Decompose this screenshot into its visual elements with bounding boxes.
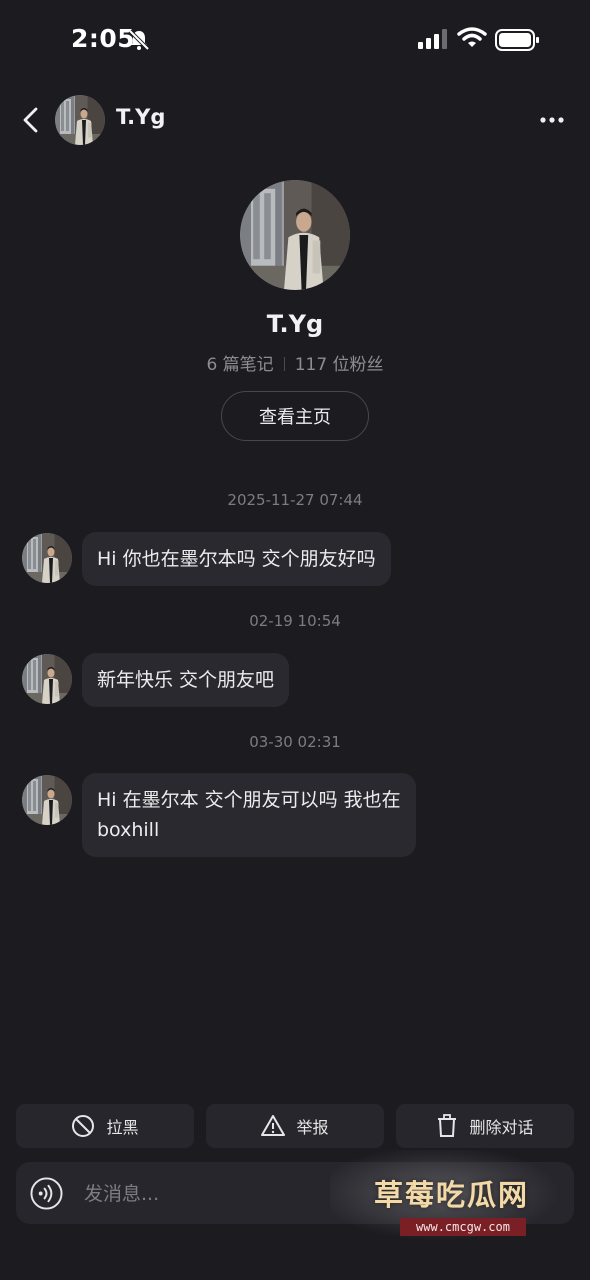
report-label: 举报	[296, 1118, 329, 1137]
profile-avatar[interactable]	[240, 180, 350, 290]
message-timestamp: 2025-11-27 07:44	[227, 491, 363, 509]
wifi-icon	[457, 27, 487, 47]
nav-bar: T.Yg	[0, 90, 590, 150]
status-time: 2:05	[71, 24, 136, 53]
message-input-bar	[16, 1162, 574, 1224]
view-profile-button[interactable]: 查看主页	[221, 391, 369, 441]
more-icon	[540, 117, 564, 123]
message-bubble[interactable]: 新年快乐 交个朋友吧	[82, 653, 290, 707]
battery-icon	[495, 29, 539, 51]
action-row: 拉黑 举报 删除对话	[16, 1104, 574, 1148]
bell-slash-icon	[128, 29, 150, 51]
message-bubble[interactable]: Hi 在墨尔本 交个朋友可以吗 我也在 boxhill	[82, 773, 416, 857]
notes-count: 6 篇笔记	[206, 355, 274, 375]
message-bubble[interactable]: Hi 你也在墨尔本吗 交个朋友好吗	[82, 532, 391, 586]
delete-label: 删除对话	[469, 1118, 534, 1137]
status-bar: 2:05	[0, 0, 590, 80]
report-button[interactable]: 举报	[206, 1104, 384, 1148]
page-title: T.Yg	[116, 105, 166, 129]
signal-icon	[418, 29, 447, 49]
block-icon	[72, 1115, 95, 1137]
warning-icon	[261, 1115, 286, 1136]
avatar[interactable]	[22, 775, 72, 825]
back-button[interactable]	[14, 102, 48, 138]
profile-stats: 6 篇笔记 117 位粉丝	[0, 350, 590, 375]
message-timestamp: 03-30 02:31	[249, 733, 341, 751]
message-timestamp: 02-19 10:54	[249, 612, 341, 630]
delete-conversation-button[interactable]: 删除对话	[396, 1104, 574, 1148]
avatar[interactable]	[22, 533, 72, 583]
avatar[interactable]	[55, 95, 105, 145]
trash-icon	[438, 1114, 457, 1137]
voice-icon[interactable]	[30, 1177, 63, 1210]
message-text-line: Hi 在墨尔本 交个朋友可以吗 我也在	[97, 789, 401, 811]
block-label: 拉黑	[106, 1118, 139, 1137]
chevron-left-icon	[23, 107, 38, 133]
message-input[interactable]	[84, 1179, 354, 1209]
avatar[interactable]	[22, 654, 72, 704]
stats-divider	[283, 357, 285, 371]
more-button[interactable]	[534, 104, 570, 136]
followers-count: 117 位粉丝	[294, 355, 384, 375]
profile-name: T.Yg	[266, 310, 324, 338]
message-text-line: boxhill	[97, 819, 160, 841]
block-button[interactable]: 拉黑	[16, 1104, 194, 1148]
